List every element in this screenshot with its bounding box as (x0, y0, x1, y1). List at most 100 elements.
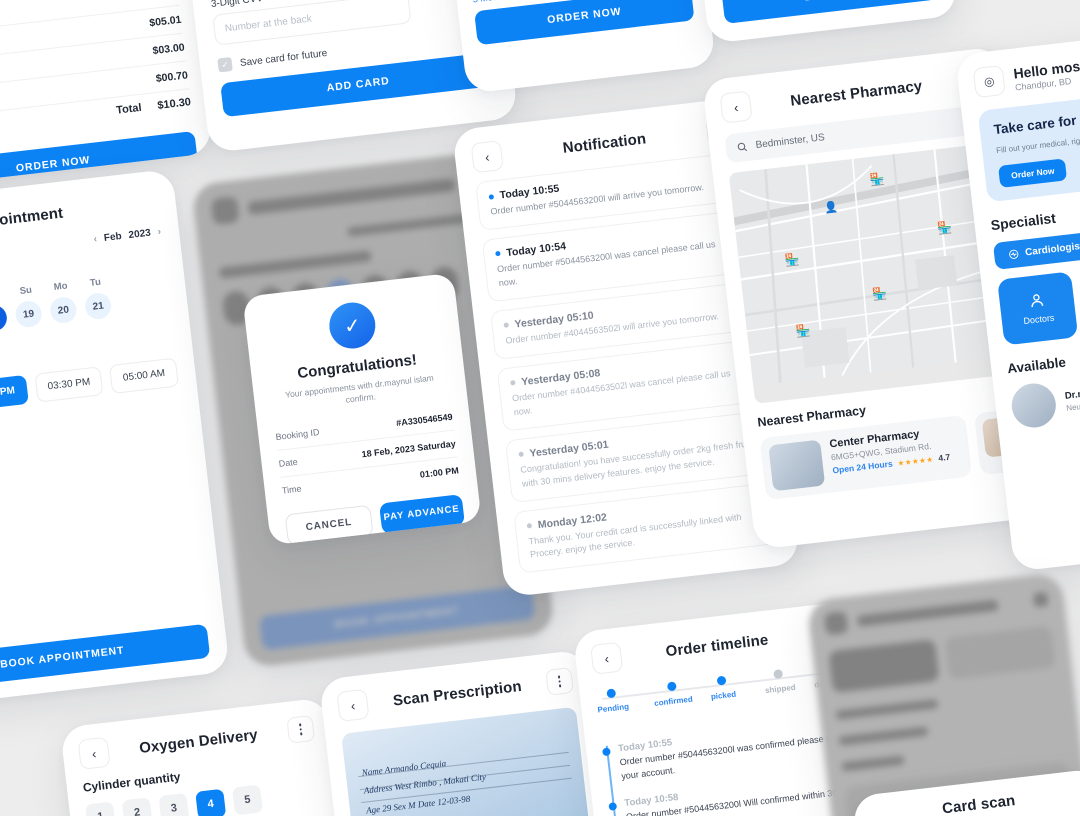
date-number: 19 (14, 299, 44, 329)
unread-dot-icon (495, 251, 501, 257)
pharmacy-pin-icon[interactable]: 🏪 (871, 286, 887, 302)
search-icon (737, 142, 748, 152)
doctors-tile[interactable]: Doctors (997, 271, 1079, 346)
banner-order-now-button[interactable]: Order Now (998, 158, 1068, 188)
unread-dot-icon (488, 193, 495, 200)
month-next-icon[interactable]: › (157, 226, 162, 237)
kebab-menu-icon[interactable] (545, 667, 574, 696)
kebab-menu-icon[interactable] (286, 714, 316, 744)
back-icon[interactable]: ‹ (719, 90, 753, 124)
detail-key: Booking ID (275, 426, 320, 442)
date-picker: We 15 Th 16 Fr 17 Sa 18 Su 19 Mo 20 (0, 269, 170, 345)
doctor-name: Dr.maynul (1064, 385, 1080, 402)
tile-label: Doctors (1022, 312, 1055, 327)
pharmacy-pin-icon[interactable]: 🏪 (869, 172, 885, 188)
date-weekday: Tu (89, 276, 102, 289)
prescription-line: Name Armando Cequia (361, 758, 447, 778)
order-now-button[interactable]: ORDER NOW (474, 0, 695, 46)
step-confirmed[interactable]: confirmed (652, 680, 693, 708)
quantity-option[interactable]: 1 (84, 801, 116, 816)
month-prev-icon[interactable]: ‹ (93, 234, 98, 245)
read-dot-icon (526, 523, 533, 529)
step-dot-icon (716, 675, 727, 686)
schedule-slot[interactable]: 05:00 AM (109, 357, 179, 394)
detail-key: Date (278, 456, 299, 469)
date-weekday: Mo (53, 280, 69, 294)
logout-button[interactable]: LOGOUT (721, 0, 938, 24)
medicine-price: $03.00 (151, 41, 186, 57)
read-dot-icon (503, 322, 509, 329)
quantity-option[interactable]: 5 (231, 784, 263, 816)
medicine-price: $05.01 (148, 13, 182, 29)
page-title: Scan Prescription (392, 677, 523, 710)
detail-value: 18 Feb, 2023 Saturday (361, 438, 457, 459)
specialist-chip-cardiologist[interactable]: Cardiologist (992, 231, 1080, 270)
date-cell[interactable]: Mo 20 (47, 280, 78, 325)
appointment-card: ‹ Appointment ‹ Feb 2023 › Select your d… (0, 168, 230, 710)
step-picked[interactable]: picked (709, 675, 737, 701)
step-label: Pending (597, 701, 630, 715)
medicine-list-card: Medicine List 01. Medicine Name $01.80 0… (0, 0, 213, 190)
year-label: 2023 (128, 227, 152, 242)
detail-key: Time (281, 483, 302, 496)
medicine-order-card: 03. Medicine Name $02.30 04. Medicine Na… (446, 0, 716, 94)
step-dot-icon (773, 669, 784, 679)
step-label: confirmed (653, 694, 694, 708)
design-showcase-canvas: Medicine List 01. Medicine Name $01.80 0… (0, 0, 1080, 816)
success-check-icon: ✓ (326, 300, 378, 352)
pharmacy-pin-icon[interactable]: 🏪 (784, 252, 800, 268)
timeline-dot-icon (602, 747, 611, 757)
prescription-scan-preview[interactable]: Name Armando Cequia Address West Rimbo ,… (341, 706, 591, 816)
logout-card: LOGOUT (692, 0, 958, 44)
back-icon[interactable]: ‹ (590, 641, 624, 675)
quantity-option[interactable]: 3 (158, 792, 190, 816)
location-pin-icon[interactable]: ◎ (972, 64, 1006, 99)
month-label: Feb (103, 230, 123, 244)
read-dot-icon (510, 380, 516, 386)
date-number: 21 (83, 291, 113, 321)
date-number: 20 (48, 295, 78, 325)
step-pending[interactable]: Pending (595, 687, 630, 715)
date-cell[interactable]: Tu 21 (82, 276, 113, 321)
detail-value: 01:00 PM (419, 464, 460, 480)
pharmacy-pin-icon[interactable]: 🏪 (795, 323, 811, 339)
step-dot-icon (666, 681, 677, 692)
step-label: shipped (764, 682, 797, 696)
date-cell[interactable]: Su 19 (12, 284, 44, 329)
doctor-icon (1031, 294, 1044, 308)
date-weekday: Su (19, 284, 33, 297)
prescription-line: Age 29 Sex M Date 12-03-98 (365, 793, 471, 816)
search-value: Bedminster, US (755, 132, 826, 152)
quantity-option[interactable]: 2 (121, 797, 153, 816)
pharmacy-list-item[interactable]: Center Pharmacy 6MG5+QWG, Stadium Rd. Op… (759, 414, 973, 501)
pharmacy-pin-icon[interactable]: 🏪 (937, 220, 953, 236)
medicine-price: $00.70 (155, 68, 189, 85)
schedule-slot-selected[interactable]: 01:00 PM (0, 374, 29, 412)
back-icon[interactable]: ‹ (336, 688, 370, 722)
pharmacy-rating: 4.7 (937, 451, 951, 464)
congratulations-modal: ✓ Congratulations! Your appointments wit… (242, 272, 482, 546)
timeline-dot-icon (608, 801, 618, 811)
date-number: 18 (0, 303, 9, 333)
scan-prescription-card: ‹ Scan Prescription Name Armando Cequia … (318, 649, 610, 816)
page-title: Notification (561, 129, 647, 157)
date-cell-selected[interactable]: Sa 18 (0, 288, 9, 333)
back-icon[interactable]: ‹ (470, 140, 504, 174)
book-appointment-button[interactable]: BOOK APPOINTMENT (0, 623, 211, 692)
schedule-slot[interactable]: 03:30 PM (34, 366, 104, 403)
page-title: Oxygen Delivery (138, 725, 259, 757)
total-label: Total (115, 101, 143, 117)
book-appointment-button-backdrop[interactable]: BOOK APPOINTMENT (259, 584, 536, 651)
save-card-checkbox[interactable]: ✓ (217, 56, 233, 73)
quantity-option-selected[interactable]: 4 (195, 788, 227, 816)
save-card-label: Save card for future (239, 47, 328, 69)
avatar (1009, 380, 1059, 430)
detail-value: #A330546549 (395, 411, 454, 428)
back-icon[interactable]: ‹ (77, 736, 111, 770)
medicine-price: $01.80 (145, 0, 178, 1)
page-title: Nearest Pharmacy (789, 77, 924, 110)
pharmacy-thumbnail (768, 439, 826, 492)
schedule-slots: 09:00 AM 01:00 PM 03:30 PM 05:00 AM 08:0… (0, 357, 183, 458)
step-shipped[interactable]: shipped (763, 668, 796, 695)
oxygen-delivery-card: ‹ Oxygen Delivery Cylinder quantity 1 2 … (59, 697, 349, 816)
